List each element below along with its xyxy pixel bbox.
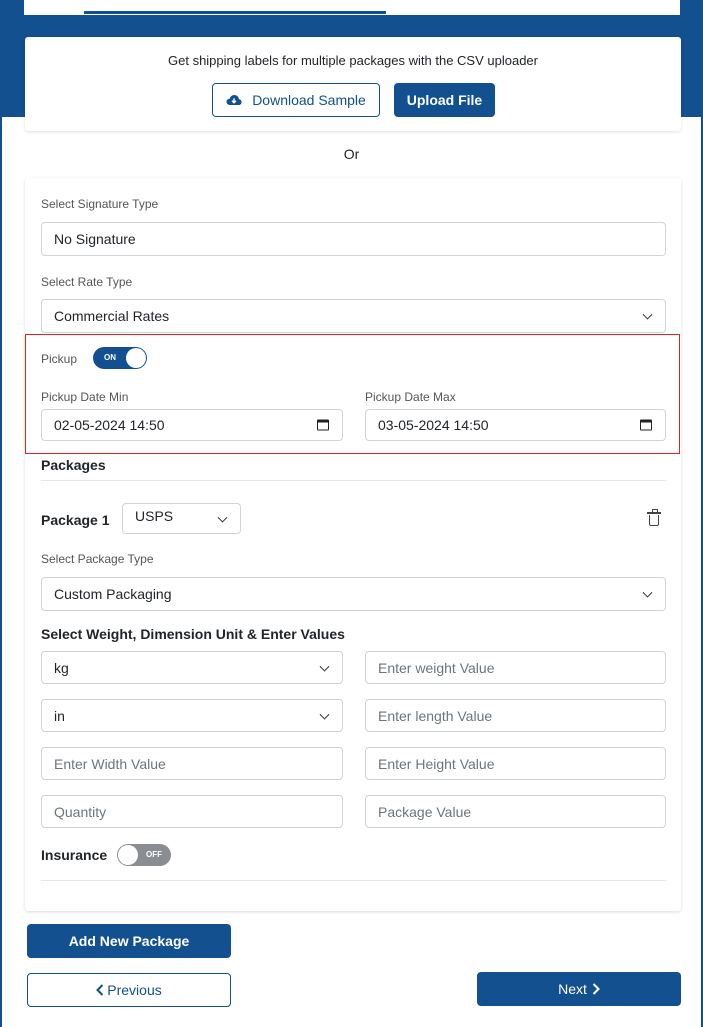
pickup-date-min-input[interactable]: 02-05-2024 14:50 bbox=[41, 409, 343, 441]
width-input[interactable]: Enter Width Value bbox=[41, 747, 343, 780]
chevron-left-icon bbox=[96, 984, 104, 996]
active-step-indicator bbox=[84, 11, 386, 14]
weight-unit-value: kg bbox=[54, 659, 69, 676]
pickup-toggle[interactable]: ON bbox=[93, 347, 147, 369]
length-input[interactable]: Enter length Value bbox=[365, 699, 666, 732]
weight-input[interactable]: Enter weight Value bbox=[365, 651, 666, 684]
packages-divider bbox=[41, 480, 666, 481]
trash-icon[interactable] bbox=[647, 509, 661, 526]
or-divider: Or bbox=[343, 146, 360, 162]
packages-heading: Packages bbox=[41, 457, 106, 473]
pickup-date-max-label: Pickup Date Max bbox=[365, 390, 456, 404]
package-value-input[interactable]: Package Value bbox=[365, 795, 666, 828]
height-input[interactable]: Enter Height Value bbox=[365, 747, 666, 780]
next-label: Next bbox=[558, 981, 587, 997]
pickup-toggle-text: ON bbox=[104, 353, 116, 362]
previous-label: Previous bbox=[107, 982, 162, 998]
pickup-label: Pickup bbox=[41, 352, 78, 366]
rate-type-value: Commercial Rates bbox=[54, 308, 170, 324]
calendar-icon[interactable] bbox=[640, 419, 652, 431]
rate-type-label: Select Rate Type bbox=[41, 275, 133, 289]
package-type-label: Select Package Type bbox=[41, 552, 154, 566]
units-heading: Select Weight, Dimension Unit & Enter Va… bbox=[41, 626, 345, 642]
insurance-label: Insurance bbox=[41, 847, 108, 863]
dimension-unit-select[interactable]: in bbox=[41, 699, 343, 732]
package-value-placeholder: Package Value bbox=[378, 803, 472, 820]
height-placeholder: Enter Height Value bbox=[378, 755, 495, 772]
add-new-package-label: Add New Package bbox=[68, 933, 190, 949]
quantity-input[interactable]: Quantity bbox=[41, 795, 343, 828]
chevron-down-icon bbox=[217, 512, 228, 523]
package-title: Package 1 bbox=[41, 512, 110, 528]
next-button[interactable]: Next bbox=[477, 972, 681, 1006]
upload-file-button[interactable]: Upload File bbox=[394, 83, 495, 117]
insurance-toggle[interactable]: OFF bbox=[117, 844, 171, 866]
signature-type-label: Select Signature Type bbox=[41, 197, 159, 211]
download-sample-button[interactable]: Download Sample bbox=[212, 83, 380, 117]
download-sample-label: Download Sample bbox=[252, 92, 366, 108]
package-bottom-divider bbox=[41, 880, 666, 881]
csv-uploader-prompt: Get shipping labels for multiple package… bbox=[168, 53, 538, 68]
carrier-select[interactable]: USPS bbox=[122, 503, 241, 534]
insurance-toggle-text: OFF bbox=[146, 850, 162, 859]
weight-unit-select[interactable]: kg bbox=[41, 651, 343, 684]
chevron-down-icon bbox=[319, 709, 330, 720]
calendar-icon[interactable] bbox=[317, 419, 329, 431]
length-placeholder: Enter length Value bbox=[378, 707, 493, 724]
quantity-placeholder: Quantity bbox=[54, 803, 107, 820]
upload-file-label: Upload File bbox=[406, 92, 483, 108]
carrier-value: USPS bbox=[135, 507, 174, 524]
pickup-date-max-value: 03-05-2024 14:50 bbox=[378, 417, 489, 433]
pickup-date-min-label: Pickup Date Min bbox=[41, 390, 129, 404]
package-type-value: Custom Packaging bbox=[54, 586, 172, 602]
weight-placeholder: Enter weight Value bbox=[378, 659, 495, 676]
dimension-unit-value: in bbox=[54, 707, 65, 724]
signature-type-field[interactable]: No Signature bbox=[41, 222, 666, 256]
insurance-toggle-knob bbox=[118, 845, 138, 865]
csv-uploader-card: Get shipping labels for multiple package… bbox=[25, 37, 681, 131]
chevron-right-icon bbox=[592, 983, 600, 995]
previous-button[interactable]: Previous bbox=[27, 973, 231, 1007]
chevron-down-icon bbox=[319, 661, 330, 672]
rate-type-select[interactable]: Commercial Rates bbox=[41, 299, 666, 333]
signature-type-value: No Signature bbox=[54, 231, 136, 247]
pickup-date-max-input[interactable]: 03-05-2024 14:50 bbox=[365, 409, 666, 441]
width-placeholder: Enter Width Value bbox=[54, 755, 166, 772]
pickup-date-min-value: 02-05-2024 14:50 bbox=[54, 417, 165, 433]
add-new-package-button[interactable]: Add New Package bbox=[27, 924, 231, 958]
chevron-down-icon bbox=[642, 587, 653, 598]
package-type-select[interactable]: Custom Packaging bbox=[41, 577, 666, 611]
cloud-download-icon bbox=[226, 94, 242, 105]
chevron-down-icon bbox=[642, 309, 653, 320]
pickup-toggle-knob bbox=[126, 348, 146, 368]
